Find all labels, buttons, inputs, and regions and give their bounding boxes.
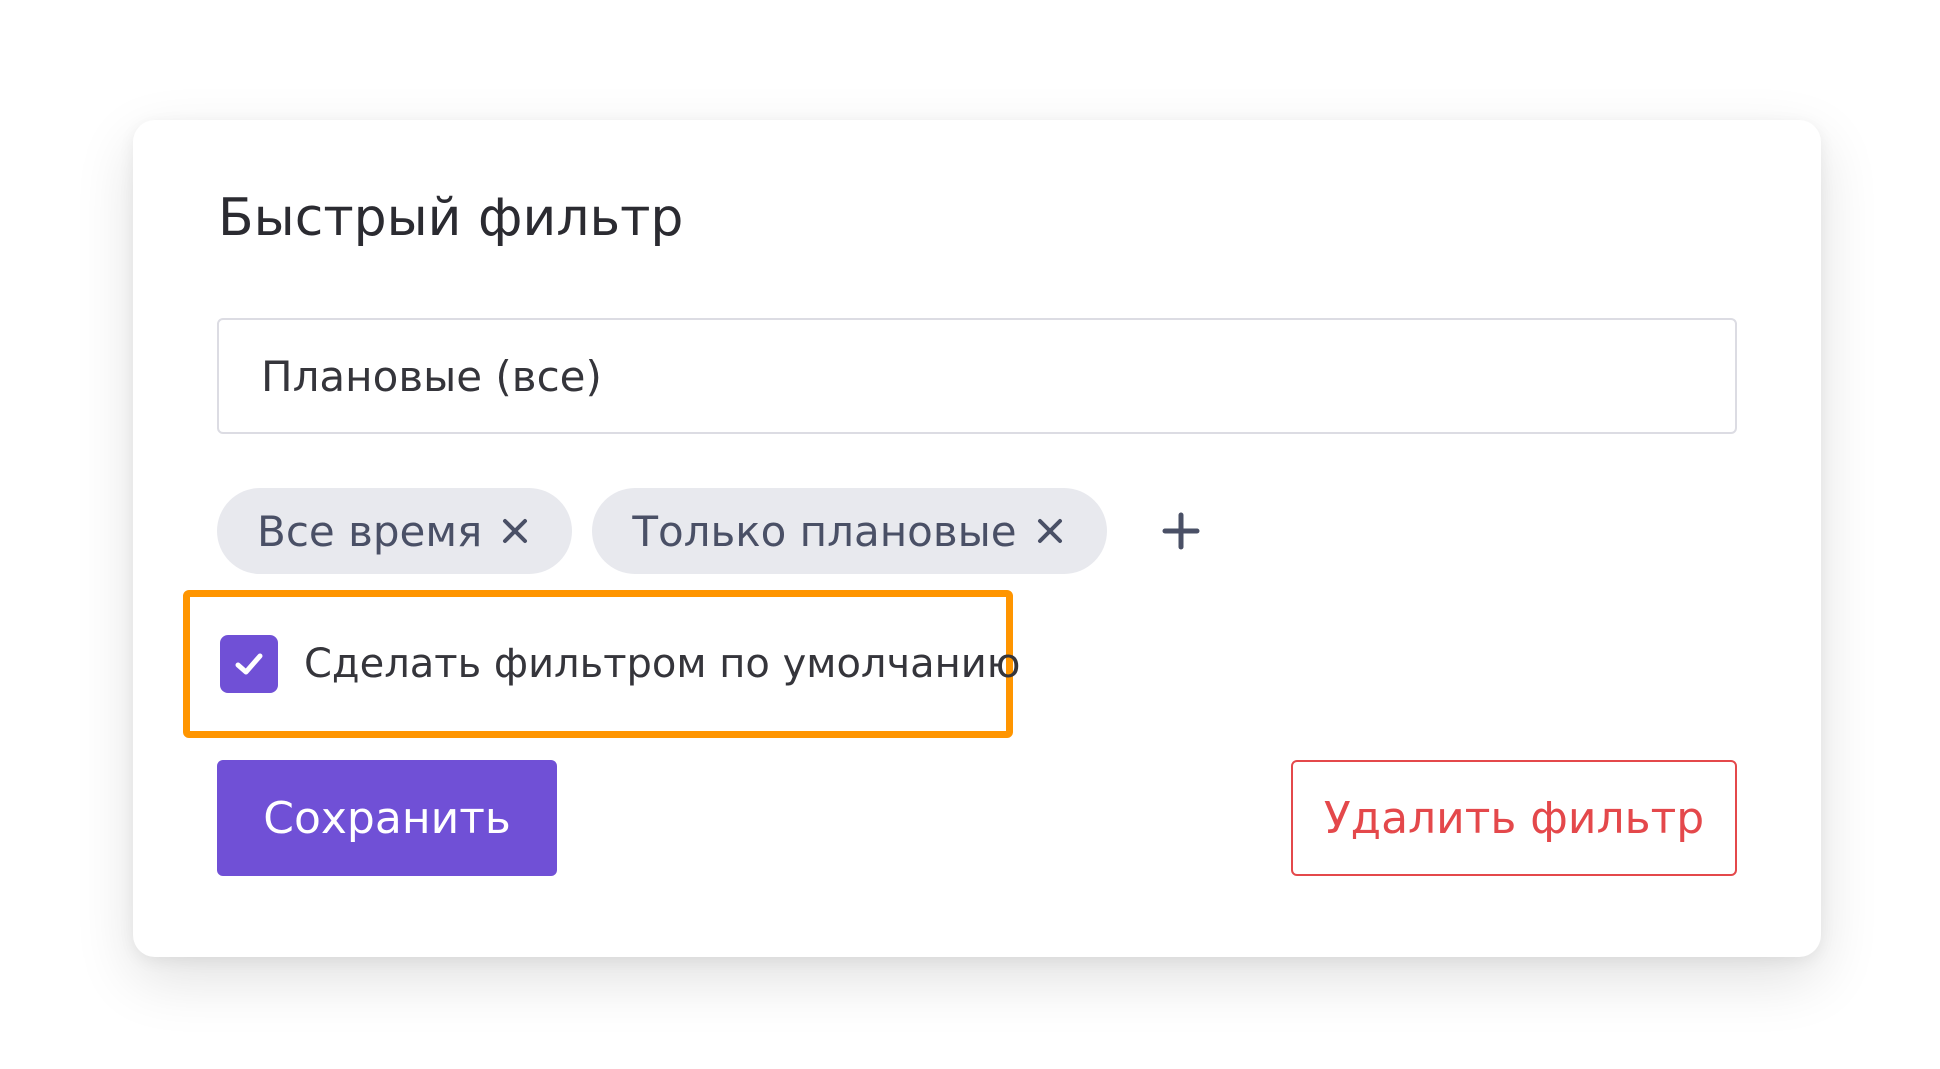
save-button[interactable]: Сохранить — [217, 760, 557, 876]
dialog-title: Быстрый фильтр — [218, 188, 684, 248]
chip-planned-only[interactable]: Только плановые — [592, 488, 1107, 574]
close-icon[interactable] — [1033, 514, 1067, 548]
filter-chips: Все время Только плановые — [217, 488, 1211, 574]
screen: Быстрый фильтр Все время Только плановые — [0, 0, 1940, 1069]
default-filter-option: Сделать фильтром по умолчанию — [183, 590, 1020, 738]
default-filter-label[interactable]: Сделать фильтром по умолчанию — [304, 641, 1020, 687]
delete-filter-button[interactable]: Удалить фильтр — [1291, 760, 1737, 876]
checkmark-icon — [235, 653, 263, 675]
close-icon[interactable] — [498, 514, 532, 548]
quick-filter-dialog: Быстрый фильтр Все время Только плановые — [133, 120, 1821, 957]
default-filter-checkbox[interactable] — [220, 635, 278, 693]
chip-all-time[interactable]: Все время — [217, 488, 573, 574]
chip-label: Только плановые — [632, 506, 1017, 556]
chip-label: Все время — [257, 506, 483, 556]
filter-name-input[interactable] — [217, 318, 1737, 434]
plus-icon[interactable] — [1151, 501, 1211, 561]
